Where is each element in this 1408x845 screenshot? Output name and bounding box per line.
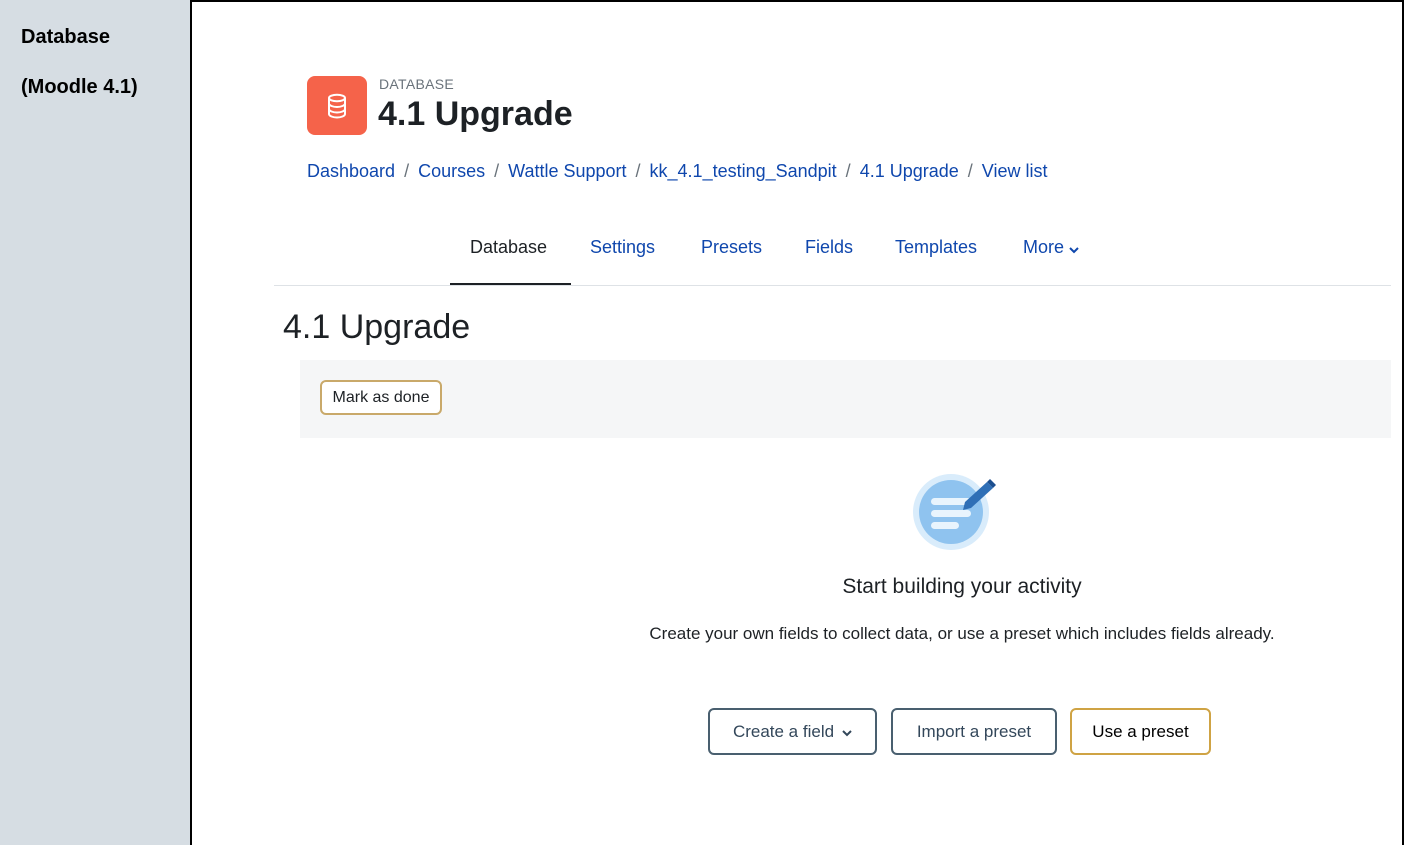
page-title: 4.1 Upgrade [283, 308, 471, 346]
chevron-down-icon [1069, 243, 1079, 257]
secondary-navigation: Database Settings Presets Fields Templat… [274, 0, 1391, 287]
row-subtitle: (Moodle 4.1) [21, 76, 138, 98]
import-preset-button[interactable]: Import a preset [891, 708, 1057, 755]
create-field-label: Create a field [732, 721, 835, 741]
empty-state-description: Create your own fields to collect data, … [649, 624, 1275, 643]
tab-settings[interactable]: Settings [590, 237, 655, 258]
tab-fields[interactable]: Fields [805, 237, 853, 258]
moodle-screenshot: DATABASE 4.1 Upgrade Dashboard / Courses / W… [194, 0, 1402, 845]
tab-templates[interactable]: Templates [895, 237, 977, 258]
activity-completion-bar: Mark as done [300, 360, 1391, 438]
chevron-down-icon [842, 726, 852, 740]
tab-database[interactable]: Database [470, 237, 547, 258]
left-label-cell: Database (Moodle 4.1) [0, 0, 192, 845]
tab-more-label: More [1023, 237, 1065, 257]
document-edit-icon [913, 474, 1003, 554]
empty-state-title: Start building your activity [842, 575, 1082, 598]
tab-more[interactable]: More [1023, 237, 1079, 258]
row-title: Database [21, 26, 110, 48]
tab-presets[interactable]: Presets [701, 237, 762, 258]
use-preset-button[interactable]: Use a preset [1070, 708, 1211, 755]
create-field-button[interactable]: Create a field [708, 708, 877, 755]
mark-as-done-button[interactable]: Mark as done [320, 380, 442, 415]
tabs-divider [274, 285, 1391, 286]
